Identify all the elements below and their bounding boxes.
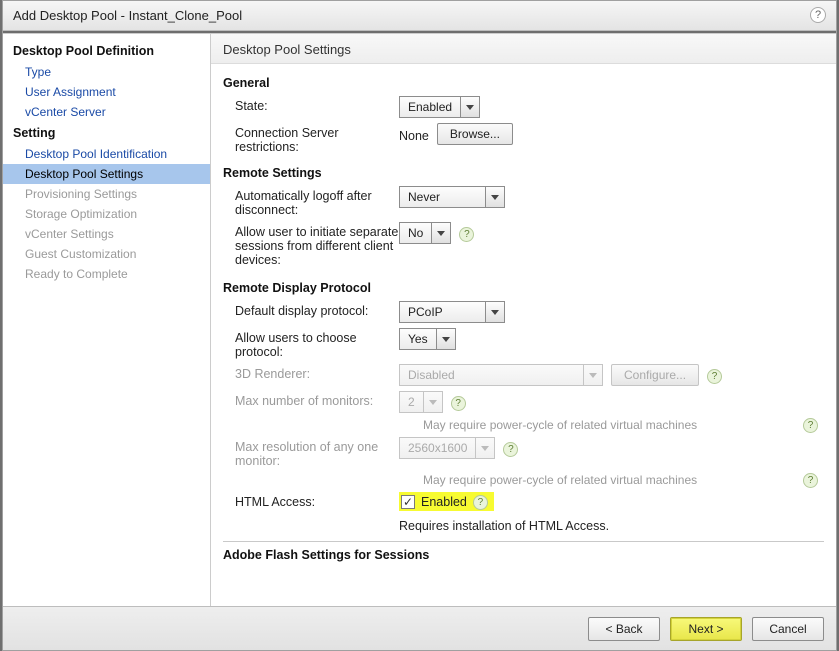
section-remote: Remote Settings	[223, 166, 824, 180]
html-enabled-checkbox[interactable]: ✓	[401, 495, 415, 509]
sidebar-item-user-assignment[interactable]: User Assignment	[3, 82, 210, 102]
dialog-title: Add Desktop Pool - Instant_Clone_Pool	[13, 8, 242, 23]
dropdown-proto[interactable]: PCoIP	[399, 301, 505, 323]
sidebar-heading-setting: Setting	[3, 122, 210, 144]
dropdown-monitors-value: 2	[399, 391, 423, 413]
dropdown-state[interactable]: Enabled	[399, 96, 480, 118]
html-note: Requires installation of HTML Access.	[399, 516, 609, 533]
html-enabled-label: Enabled	[421, 495, 467, 509]
sidebar-item-guest: Guest Customization	[3, 244, 210, 264]
row-choose: Allow users to choose protocol: Yes	[223, 328, 824, 359]
section-general: General	[223, 76, 824, 90]
help-icon[interactable]: ?	[803, 418, 818, 433]
dropdown-proto-value: PCoIP	[399, 301, 485, 323]
content: Desktop Pool Settings General State: Ena…	[211, 34, 836, 606]
value-csr: None	[399, 126, 429, 143]
help-icon[interactable]: ?	[803, 473, 818, 488]
dropdown-choose[interactable]: Yes	[399, 328, 456, 350]
chevron-down-icon	[431, 222, 451, 244]
sidebar-item-settings[interactable]: Desktop Pool Settings	[3, 164, 210, 184]
label-resolution: Max resolution of any one monitor:	[223, 437, 399, 468]
dropdown-monitors: 2	[399, 391, 443, 413]
label-monitors: Max number of monitors:	[223, 391, 399, 408]
configure-button: Configure...	[611, 364, 699, 386]
dropdown-logoff-value: Never	[399, 186, 485, 208]
titlebar: Add Desktop Pool - Instant_Clone_Pool ?	[3, 1, 836, 31]
dropdown-state-value: Enabled	[399, 96, 460, 118]
back-button[interactable]: < Back	[588, 617, 660, 641]
row-html-note: Requires installation of HTML Access.	[223, 516, 824, 533]
row-csr: Connection Server restrictions: None Bro…	[223, 123, 824, 154]
label-state: State:	[223, 96, 399, 113]
scroll-area[interactable]: General State: Enabled Connection Server…	[211, 64, 836, 606]
help-icon[interactable]: ?	[503, 442, 518, 457]
chevron-down-icon	[423, 391, 443, 413]
sidebar-item-storage: Storage Optimization	[3, 204, 210, 224]
label-sessions: Allow user to initiate separate sessions…	[223, 222, 399, 267]
sidebar-item-type[interactable]: Type	[3, 62, 210, 82]
label-logoff: Automatically logoff after disconnect:	[223, 186, 399, 217]
chevron-down-icon	[475, 437, 495, 459]
footer: < Back Next > Cancel	[3, 606, 836, 650]
dialog: Add Desktop Pool - Instant_Clone_Pool ? …	[2, 0, 837, 651]
row-html-access: HTML Access: ✓ Enabled ?	[223, 492, 824, 511]
dropdown-resolution-value: 2560x1600	[399, 437, 475, 459]
section-flash: Adobe Flash Settings for Sessions	[223, 548, 824, 562]
sidebar-item-vcenter-settings: vCenter Settings	[3, 224, 210, 244]
sidebar-item-vcenter-server[interactable]: vCenter Server	[3, 102, 210, 122]
row-proto: Default display protocol: PCoIP	[223, 301, 824, 323]
body: Desktop Pool Definition Type User Assign…	[3, 33, 836, 606]
dropdown-choose-value: Yes	[399, 328, 436, 350]
help-icon[interactable]: ?	[707, 369, 722, 384]
label-choose: Allow users to choose protocol:	[223, 328, 399, 359]
row-logoff: Automatically logoff after disconnect: N…	[223, 186, 824, 217]
row-resolution: Max resolution of any one monitor: 2560x…	[223, 437, 824, 468]
row-monitors: Max number of monitors: 2 ?	[223, 391, 824, 413]
row-renderer: 3D Renderer: Disabled Configure... ?	[223, 364, 824, 386]
label-proto: Default display protocol:	[223, 301, 399, 318]
chevron-down-icon	[436, 328, 456, 350]
dropdown-logoff[interactable]: Never	[399, 186, 505, 208]
dropdown-sessions[interactable]: No	[399, 222, 451, 244]
label-csr: Connection Server restrictions:	[223, 123, 399, 154]
next-button[interactable]: Next >	[670, 617, 742, 641]
section-display: Remote Display Protocol	[223, 281, 824, 295]
sidebar-item-identification[interactable]: Desktop Pool Identification	[3, 144, 210, 164]
dropdown-resolution: 2560x1600	[399, 437, 495, 459]
label-renderer: 3D Renderer:	[223, 364, 399, 381]
html-enabled-highlight: ✓ Enabled ?	[399, 492, 494, 511]
browse-button[interactable]: Browse...	[437, 123, 513, 145]
label-html-access: HTML Access:	[223, 492, 399, 509]
chevron-down-icon	[485, 186, 505, 208]
help-icon[interactable]: ?	[459, 227, 474, 242]
sidebar-item-provisioning: Provisioning Settings	[3, 184, 210, 204]
cancel-button[interactable]: Cancel	[752, 617, 824, 641]
row-sessions: Allow user to initiate separate sessions…	[223, 222, 824, 267]
dropdown-renderer-value: Disabled	[399, 364, 583, 386]
row-state: State: Enabled	[223, 96, 824, 118]
dropdown-sessions-value: No	[399, 222, 431, 244]
sidebar-heading-definition: Desktop Pool Definition	[3, 40, 210, 62]
sidebar-item-ready: Ready to Complete	[3, 264, 210, 284]
chevron-down-icon	[485, 301, 505, 323]
chevron-down-icon	[583, 364, 603, 386]
content-title: Desktop Pool Settings	[211, 34, 836, 64]
chevron-down-icon	[460, 96, 480, 118]
sidebar: Desktop Pool Definition Type User Assign…	[3, 34, 211, 606]
help-icon[interactable]: ?	[473, 495, 488, 510]
divider	[223, 541, 824, 542]
help-icon[interactable]: ?	[451, 396, 466, 411]
help-icon[interactable]: ?	[810, 7, 826, 23]
dropdown-renderer: Disabled	[399, 364, 603, 386]
